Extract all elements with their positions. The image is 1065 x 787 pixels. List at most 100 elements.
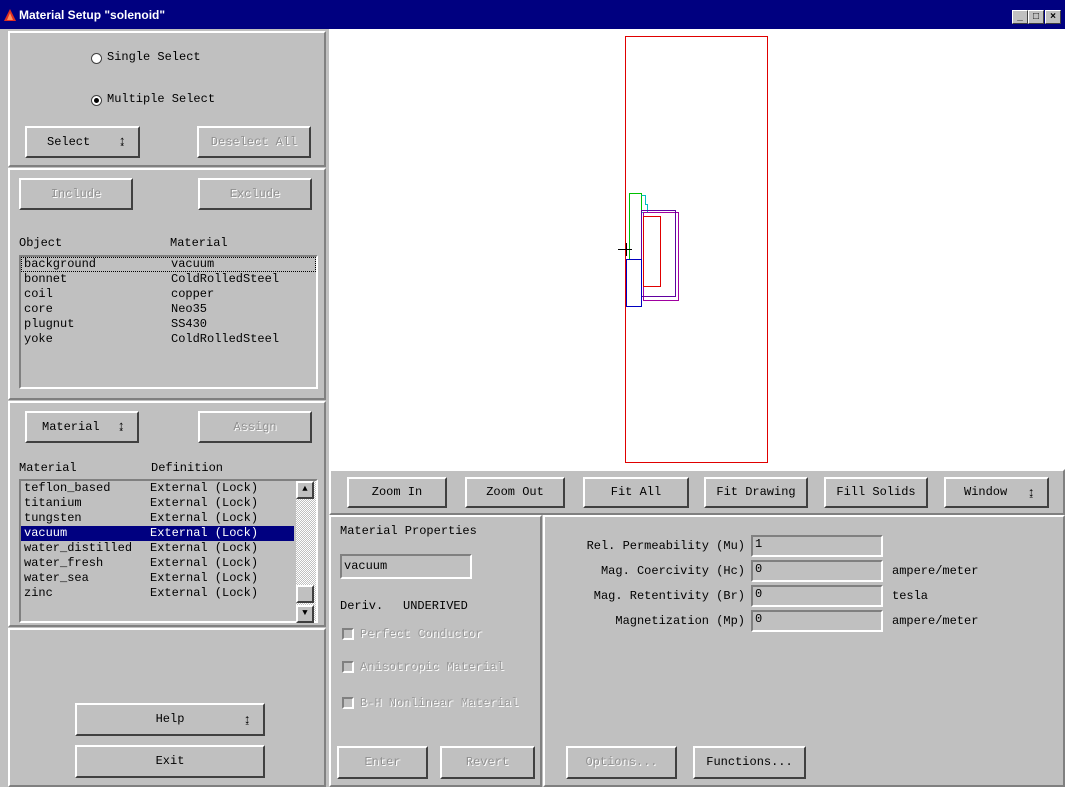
minimize-icon[interactable]: _: [1012, 10, 1028, 24]
material-name: water_distilled: [24, 541, 133, 555]
enter-button[interactable]: Enter: [337, 746, 428, 779]
scroll-thumb[interactable]: [296, 585, 314, 603]
material-name: tungsten: [24, 511, 82, 525]
material-column-header: Material: [19, 461, 77, 475]
revert-button[interactable]: Revert: [440, 746, 535, 779]
material-list[interactable]: teflon_based External (Lock) titanium Exter…: [19, 479, 318, 623]
dropdown-arrow-icon: ↨: [117, 419, 125, 434]
material-row[interactable]: water_fresh External (Lock): [21, 556, 294, 571]
dropdown-arrow-icon: ↨: [1027, 485, 1035, 500]
object-row[interactable]: coil copper: [21, 287, 316, 302]
object-name: coil: [24, 287, 53, 301]
solenoid-drawing: [618, 36, 768, 463]
object-row[interactable]: yoke ColdRolledSteel: [21, 332, 316, 347]
object-row[interactable]: core Neo35: [21, 302, 316, 317]
fill-solids-button[interactable]: Fill Solids: [824, 477, 928, 508]
param-label: Mag. Coercivity (Hc): [600, 564, 745, 578]
select-label: Select: [47, 135, 91, 149]
perfect-conductor-label: Perfect Conductor: [360, 627, 483, 641]
object-row[interactable]: bonnet ColdRolledSteel: [21, 272, 316, 287]
functions-button[interactable]: Functions...: [693, 746, 806, 779]
close-icon[interactable]: ×: [1045, 10, 1061, 24]
param-value-field[interactable]: 0: [751, 610, 883, 632]
object-row[interactable]: background vacuum: [21, 257, 316, 272]
anisotropic-checkbox[interactable]: [342, 661, 354, 673]
material-row[interactable]: vacuum External (Lock): [21, 526, 294, 541]
object-name: yoke: [24, 332, 53, 346]
material-button[interactable]: Material ↨: [25, 411, 139, 443]
material-definition: External (Lock): [150, 481, 259, 495]
object-list[interactable]: background vacuum bonnet ColdRolledSteel coi…: [19, 255, 318, 389]
material-name: water_fresh: [24, 556, 104, 570]
maximize-icon[interactable]: □: [1028, 10, 1044, 24]
zoom-out-button[interactable]: Zoom Out: [465, 477, 565, 508]
window-button[interactable]: Window ↨: [944, 477, 1049, 508]
plugnut-shape: [641, 195, 648, 213]
param-value-field[interactable]: 0: [751, 560, 883, 582]
param-value-field[interactable]: 1: [751, 535, 883, 557]
multiple-select-radio[interactable]: [91, 95, 102, 106]
title-bar: Material Setup "solenoid" _ □ ×: [0, 0, 1065, 29]
deriv-label: Deriv.: [340, 599, 384, 613]
background-region: [625, 36, 768, 463]
material-name-field[interactable]: vacuum: [340, 554, 472, 579]
exclude-button[interactable]: Exclude: [198, 178, 312, 210]
object-column-header: Object: [19, 236, 63, 250]
bh-nonlinear-label: B-H Nonlinear Material: [360, 696, 519, 710]
perfect-conductor-checkbox[interactable]: [342, 628, 354, 640]
material-definition: External (Lock): [150, 541, 259, 555]
object-row[interactable]: plugnut SS430: [21, 317, 316, 332]
param-unit: ampere/meter: [892, 614, 979, 628]
select-button[interactable]: Select ↨: [25, 126, 140, 158]
object-material: copper: [171, 287, 215, 301]
material-panel: Material ↨ Assign Material Definition tef…: [8, 401, 326, 627]
window-title: Material Setup "solenoid": [19, 8, 166, 22]
assign-button[interactable]: Assign: [198, 411, 312, 443]
select-panel: Single Select Multiple Select Select ↨ De…: [8, 31, 326, 167]
object-panel: Include Exclude Object Material backgrou…: [8, 168, 326, 400]
object-material: ColdRolledSteel: [171, 272, 280, 286]
material-row[interactable]: water_sea External (Lock): [21, 571, 294, 586]
view-toolbar: Zoom In Zoom Out Fit All Fit Drawing Fil…: [329, 469, 1065, 515]
object-name: bonnet: [24, 272, 68, 286]
material-row[interactable]: tungsten External (Lock): [21, 511, 294, 526]
bh-nonlinear-checkbox[interactable]: [342, 697, 354, 709]
param-value-field[interactable]: 0: [751, 585, 883, 607]
material-definition: External (Lock): [150, 556, 259, 570]
definition-column-header: Definition: [151, 461, 224, 475]
fit-drawing-button[interactable]: Fit Drawing: [704, 477, 808, 508]
param-label: Mag. Retentivity (Br): [593, 589, 745, 603]
material-definition: External (Lock): [150, 496, 259, 510]
material-properties-panel: Material Properties vacuum Deriv. UNDERI…: [329, 515, 542, 787]
param-label: Rel. Permeability (Mu): [586, 539, 745, 553]
coil-shape: [643, 216, 661, 287]
zoom-in-button[interactable]: Zoom In: [347, 477, 447, 508]
core-shape: [626, 259, 642, 307]
material-row[interactable]: teflon_based External (Lock): [21, 481, 294, 496]
anisotropic-label: Anisotropic Material: [360, 660, 505, 674]
dropdown-arrow-icon: ↨: [118, 134, 126, 149]
exit-button[interactable]: Exit: [75, 745, 265, 778]
deselect-all-button[interactable]: Deselect All: [197, 126, 311, 158]
yoke-inner-shape: [641, 210, 676, 297]
material-name: vacuum: [24, 526, 68, 540]
material-btn-label: Material: [42, 420, 100, 434]
drawing-canvas[interactable]: [329, 29, 1065, 469]
help-button[interactable]: Help ↨: [75, 703, 265, 736]
app-logo-icon: [4, 9, 16, 21]
scroll-up-icon[interactable]: ▲: [296, 481, 314, 499]
include-button[interactable]: Include: [19, 178, 133, 210]
scroll-down-icon[interactable]: ▼: [296, 605, 314, 623]
material-definition: External (Lock): [150, 511, 259, 525]
fit-all-button[interactable]: Fit All: [583, 477, 689, 508]
window-label: Window: [964, 485, 1008, 499]
single-select-radio[interactable]: [91, 53, 102, 64]
material-row[interactable]: zinc External (Lock): [21, 586, 294, 601]
material-list-scrollbar[interactable]: ▲ ▼: [296, 481, 316, 623]
material-row[interactable]: water_distilled External (Lock): [21, 541, 294, 556]
parameters-panel: Rel. Permeability (Mu) 1 Mag. Coercivity (…: [543, 515, 1065, 787]
help-exit-panel: Help ↨ Exit: [8, 628, 326, 787]
material-row[interactable]: titanium External (Lock): [21, 496, 294, 511]
single-select-label: Single Select: [107, 50, 201, 64]
options-button[interactable]: Options...: [566, 746, 677, 779]
